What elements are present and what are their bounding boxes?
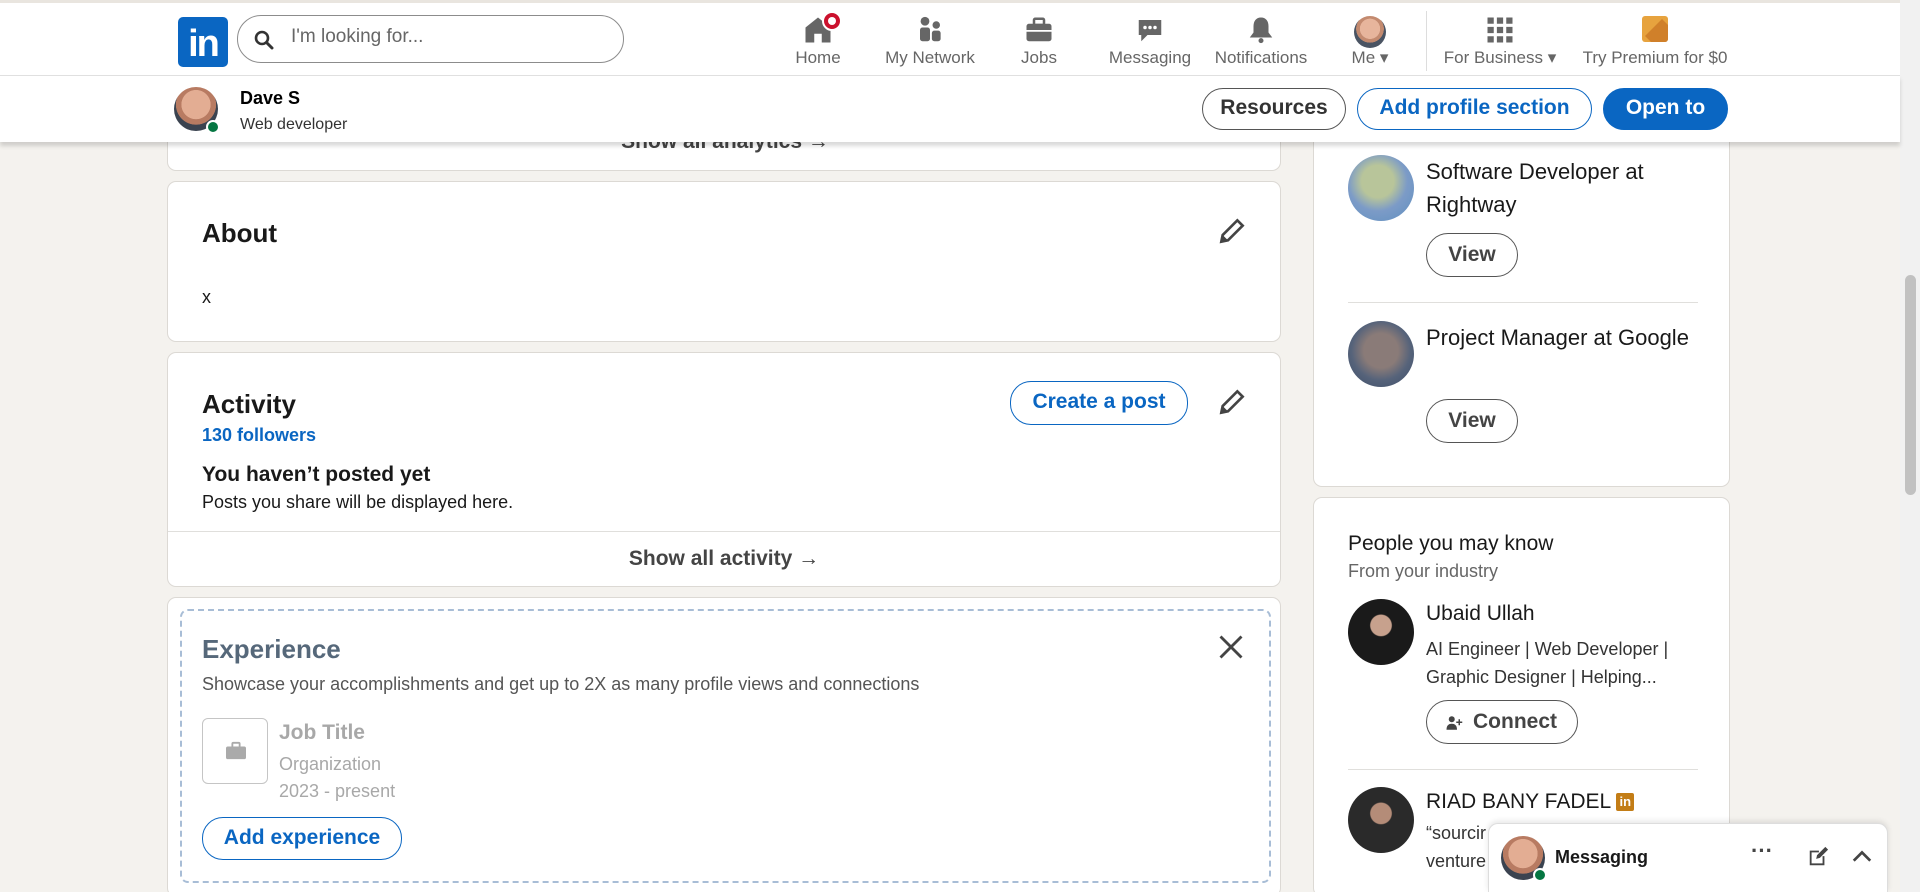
nav-jobs[interactable]: Jobs xyxy=(1016,11,1062,71)
scrollbar-thumb[interactable] xyxy=(1905,275,1916,495)
close-icon[interactable] xyxy=(1217,633,1245,661)
search-box[interactable] xyxy=(237,15,624,63)
briefcase-icon xyxy=(226,741,246,760)
sticky-profile-bar: Dave S Web developer Resources Add profi… xyxy=(0,75,1900,142)
resources-button[interactable]: Resources xyxy=(1202,88,1346,130)
nav-premium-label: Try Premium for $0 xyxy=(1582,48,1728,67)
compose-icon[interactable] xyxy=(1807,846,1829,868)
person-name[interactable]: Ubaid Ullah xyxy=(1426,602,1535,626)
nav-jobs-label: Jobs xyxy=(1021,48,1057,67)
empty-activity-subtitle: Posts you share will be displayed here. xyxy=(202,492,514,512)
online-status-indicator xyxy=(1533,868,1547,882)
pencil-icon[interactable] xyxy=(1216,215,1248,247)
divider xyxy=(1348,302,1698,303)
messaging-overlay[interactable]: Messaging ··· xyxy=(1488,823,1888,892)
chevron-down-icon: ▾ xyxy=(1379,48,1389,67)
pymk-heading: People you may know xyxy=(1348,532,1554,555)
person-name-text: RIAD BANY FADEL xyxy=(1426,790,1611,813)
avatar xyxy=(1348,321,1414,387)
activity-heading: Activity xyxy=(202,389,296,419)
connect-button[interactable]: Connect xyxy=(1426,700,1578,744)
job-title-placeholder: Job Title xyxy=(279,721,365,744)
avatar[interactable] xyxy=(1348,599,1414,665)
person-headline: AI Engineer | Web Developer | Graphic De… xyxy=(1426,639,1669,687)
about-card: About x xyxy=(167,181,1281,342)
bell-icon xyxy=(1249,17,1273,44)
view-button[interactable]: View xyxy=(1426,399,1518,443)
avatar[interactable] xyxy=(1348,787,1414,853)
linkedin-badge-icon: in xyxy=(1616,793,1635,811)
nav-for-business[interactable]: For Business ▾ xyxy=(1442,11,1558,71)
person-headline: “sourcir xyxy=(1426,823,1487,843)
add-profile-section-button[interactable]: Add profile section xyxy=(1357,88,1592,130)
chevron-down-icon: ▾ xyxy=(1547,48,1557,67)
nav-divider xyxy=(1426,11,1427,71)
nav-messaging-label: Messaging xyxy=(1108,48,1192,67)
create-post-button[interactable]: Create a post xyxy=(1010,381,1188,425)
company-logo-placeholder xyxy=(202,718,268,784)
experience-heading: Experience xyxy=(202,634,341,664)
nav-my-network-label: My Network xyxy=(885,48,975,67)
view-button[interactable]: View xyxy=(1426,233,1518,277)
add-person-icon xyxy=(1446,716,1463,730)
connect-button-label: Connect xyxy=(1473,710,1557,733)
show-all-activity-link[interactable]: Show all activity → xyxy=(168,547,1280,571)
experience-subtitle: Showcase your accomplishments and get up… xyxy=(202,674,920,694)
organization-placeholder: Organization xyxy=(279,754,382,774)
nav-notifications[interactable]: Notifications xyxy=(1214,11,1308,71)
avatar xyxy=(1354,16,1386,48)
top-navigation: in Home My Network Jobs Messaging Notifi… xyxy=(0,0,1900,75)
nav-notifications-label: Notifications xyxy=(1214,48,1308,67)
profile-name: Dave S xyxy=(240,88,301,108)
about-heading: About xyxy=(202,218,278,248)
add-experience-button[interactable]: Add experience xyxy=(202,817,402,860)
divider xyxy=(1348,769,1698,770)
nav-my-network[interactable]: My Network xyxy=(880,11,980,71)
chat-icon xyxy=(1138,20,1162,42)
dates-placeholder: 2023 - present xyxy=(279,781,396,801)
nav-home[interactable]: Home xyxy=(792,11,844,71)
avatar xyxy=(1348,155,1414,221)
notification-badge xyxy=(822,11,842,31)
grid-icon xyxy=(1487,17,1513,43)
open-to-button[interactable]: Open to xyxy=(1603,88,1728,130)
nav-for-business-label: For Business xyxy=(1443,48,1543,67)
suggested-role-title[interactable]: Software Developer at Rightway xyxy=(1426,155,1696,221)
person-headline: venture xyxy=(1426,851,1487,871)
nav-messaging[interactable]: Messaging xyxy=(1108,11,1192,71)
linkedin-logo[interactable]: in xyxy=(178,17,228,67)
followers-count-link[interactable]: 130 followers xyxy=(202,425,316,446)
messaging-label: Messaging xyxy=(1555,847,1649,867)
nav-me-label: Me xyxy=(1351,48,1376,67)
pymk-subheading: From your industry xyxy=(1348,561,1499,581)
chevron-up-icon[interactable] xyxy=(1851,846,1873,868)
more-options-icon[interactable]: ··· xyxy=(1751,838,1773,864)
search-icon xyxy=(254,30,274,50)
premium-icon xyxy=(1642,16,1668,42)
activity-card: Activity 130 followers Create a post You… xyxy=(167,352,1281,587)
person-name[interactable]: RIAD BANY FADEL in xyxy=(1426,790,1635,814)
briefcase-icon xyxy=(1026,17,1052,42)
nav-home-label: Home xyxy=(795,48,841,67)
divider xyxy=(168,531,1280,532)
pencil-icon[interactable] xyxy=(1216,386,1248,418)
suggested-roles-card: Software Developer at Rightway View Proj… xyxy=(1313,100,1730,487)
nav-me[interactable]: Me ▾ xyxy=(1346,11,1394,71)
nav-premium[interactable]: Try Premium for $0 xyxy=(1580,11,1730,71)
about-text: x xyxy=(202,287,211,307)
empty-activity-title: You haven’t posted yet xyxy=(202,463,431,486)
suggested-role-title[interactable]: Project Manager at Google xyxy=(1426,321,1696,354)
people-icon xyxy=(920,16,941,42)
search-input[interactable] xyxy=(291,26,591,48)
online-status-indicator xyxy=(206,120,220,134)
profile-headline: Web developer xyxy=(240,116,348,133)
